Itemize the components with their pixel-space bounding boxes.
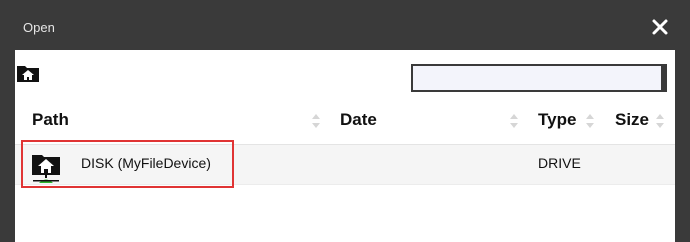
home-drive-icon	[32, 155, 60, 183]
open-dialog: Open Path Date Type Size DISK (MyFileDev…	[0, 0, 690, 242]
column-header-size[interactable]: Size	[615, 102, 649, 144]
sort-icon[interactable]	[509, 113, 519, 129]
table-row[interactable]: DISK (MyFileDevice) DRIVE	[15, 145, 675, 185]
column-header-path[interactable]: Path	[32, 102, 69, 144]
close-icon	[652, 19, 668, 35]
title-bar: Open	[0, 0, 690, 50]
sort-icon[interactable]	[655, 113, 665, 129]
home-folder-button[interactable]	[16, 63, 40, 83]
search-input[interactable]	[411, 64, 667, 92]
column-header-date[interactable]: Date	[340, 102, 377, 144]
home-folder-icon	[17, 66, 39, 82]
file-browser: Path Date Type Size DISK (MyFileDevice) …	[15, 50, 675, 242]
sort-icon[interactable]	[311, 113, 321, 129]
close-button[interactable]	[650, 17, 670, 37]
column-header-type[interactable]: Type	[538, 102, 576, 144]
path-cell: DISK (MyFileDevice)	[81, 155, 211, 171]
dialog-title: Open	[23, 20, 55, 35]
table-header: Path Date Type Size	[15, 102, 675, 145]
type-cell: DRIVE	[538, 155, 581, 171]
sort-icon[interactable]	[585, 113, 595, 129]
